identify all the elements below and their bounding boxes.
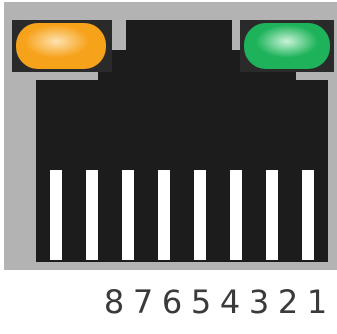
contact-pin-1 [302,170,314,260]
left-led [16,23,106,69]
pin-number-7: 7 [132,283,154,321]
contact-pin-2 [266,170,278,260]
pin-number-2: 2 [277,283,299,321]
right-led [244,23,330,69]
pin-number-8: 8 [103,283,125,321]
contact-pin-3 [230,170,242,260]
contact-pin-7 [86,170,98,260]
contact-pin-5 [158,170,170,260]
pin-number-1: 1 [306,283,328,321]
pin-number-5: 5 [190,283,212,321]
contact-pin-4 [194,170,206,260]
pin-number-labels: 87654321 [0,282,337,322]
pin-number-6: 6 [161,283,183,321]
contact-pin-8 [50,170,62,260]
pin-number-3: 3 [248,283,270,321]
contact-pin-6 [122,170,134,260]
pin-number-4: 4 [219,283,241,321]
